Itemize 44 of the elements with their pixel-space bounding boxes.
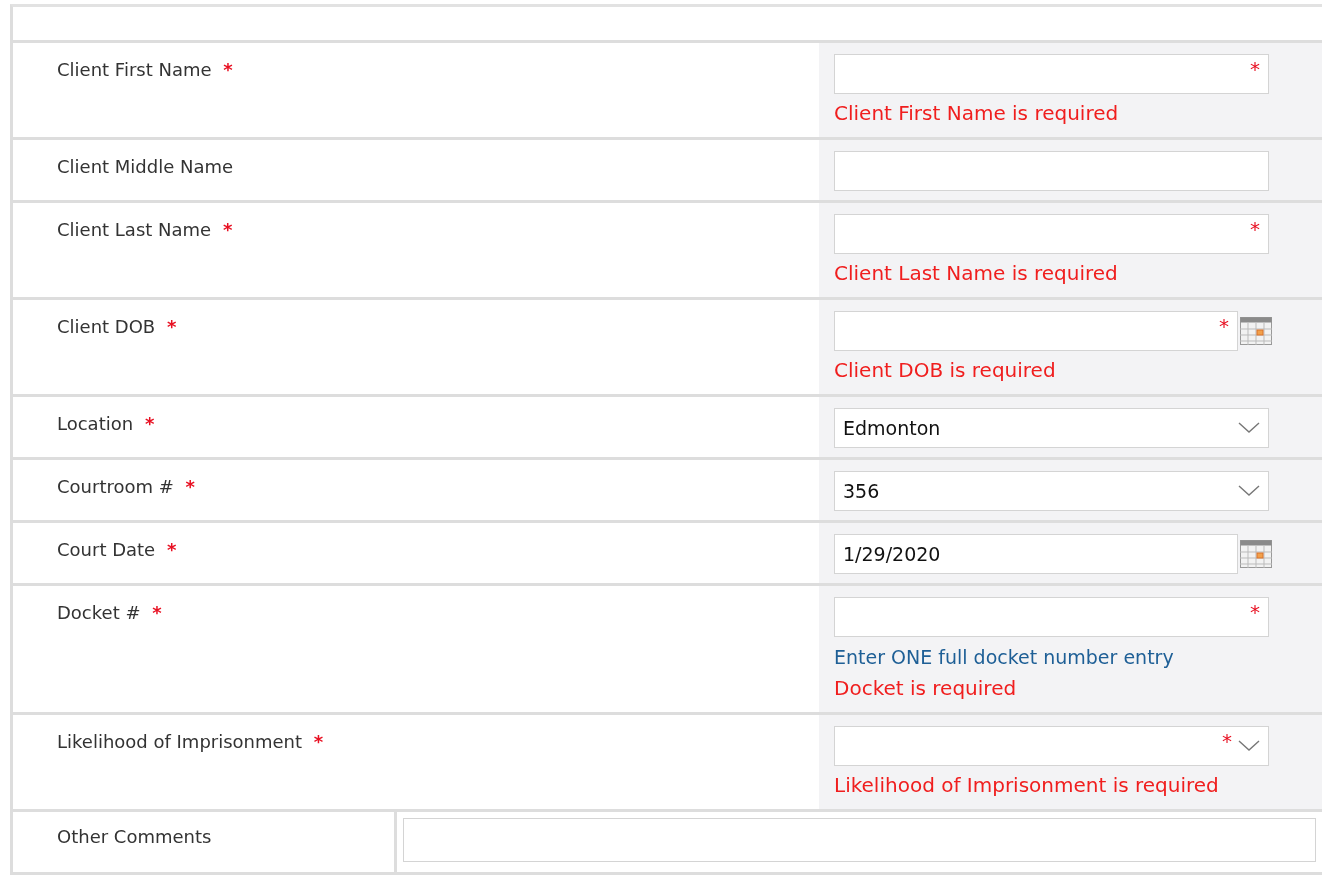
- date-field[interactable]: 1/29/2020: [834, 534, 1238, 574]
- field-label: Courtroom #: [57, 476, 174, 497]
- required-asterisk: *: [1250, 217, 1260, 241]
- field-label: Client Last Name: [57, 219, 212, 240]
- dropdown-field[interactable]: 356: [834, 471, 1269, 511]
- required-asterisk: *: [152, 602, 162, 623]
- required-asterisk: *: [166, 316, 177, 337]
- error-message: Client First Name is required: [834, 100, 1120, 127]
- field-label: Likelihood of Imprisonment: [57, 731, 303, 752]
- required-asterisk: *: [1219, 314, 1229, 338]
- chevron-down-icon: [1238, 485, 1260, 497]
- dropdown-field[interactable]: Edmonton: [834, 408, 1269, 448]
- text-field[interactable]: *: [834, 214, 1269, 254]
- required-asterisk: *: [313, 731, 324, 752]
- field-label: Client DOB: [57, 316, 156, 337]
- field-label: Client Middle Name: [57, 156, 234, 177]
- field-label: Location: [57, 413, 134, 434]
- required-asterisk: *: [166, 539, 177, 560]
- required-asterisk: *: [144, 413, 155, 434]
- error-message: Client Last Name is required: [834, 260, 1119, 287]
- error-message: Docket is required: [834, 675, 1018, 702]
- calendar-icon[interactable]: [1240, 540, 1272, 568]
- field-label: Court Date: [57, 539, 156, 560]
- required-asterisk: *: [1250, 600, 1260, 624]
- chevron-down-icon: [1238, 422, 1260, 434]
- date-field[interactable]: *: [834, 311, 1238, 351]
- required-asterisk: *: [1250, 57, 1260, 81]
- required-asterisk: *: [185, 476, 195, 497]
- calendar-icon[interactable]: [1240, 317, 1272, 345]
- chevron-down-icon: [1238, 740, 1260, 752]
- field-label: Client First Name: [57, 59, 212, 80]
- dropdown-field[interactable]: *: [834, 726, 1269, 766]
- text-field[interactable]: *: [834, 597, 1269, 637]
- required-asterisk: *: [222, 219, 233, 240]
- error-message: Likelihood of Imprisonment is required: [834, 772, 1220, 799]
- text-field[interactable]: *: [834, 54, 1269, 94]
- required-asterisk: *: [223, 59, 233, 80]
- hint-text: Enter ONE full docket number entry: [834, 645, 1175, 670]
- error-message: Client DOB is required: [834, 357, 1057, 384]
- text-field[interactable]: [834, 151, 1269, 191]
- field-label: Other Comments: [57, 826, 212, 847]
- field-label: Docket #: [57, 602, 141, 623]
- comments-field[interactable]: [403, 818, 1316, 862]
- required-asterisk: *: [1222, 729, 1232, 753]
